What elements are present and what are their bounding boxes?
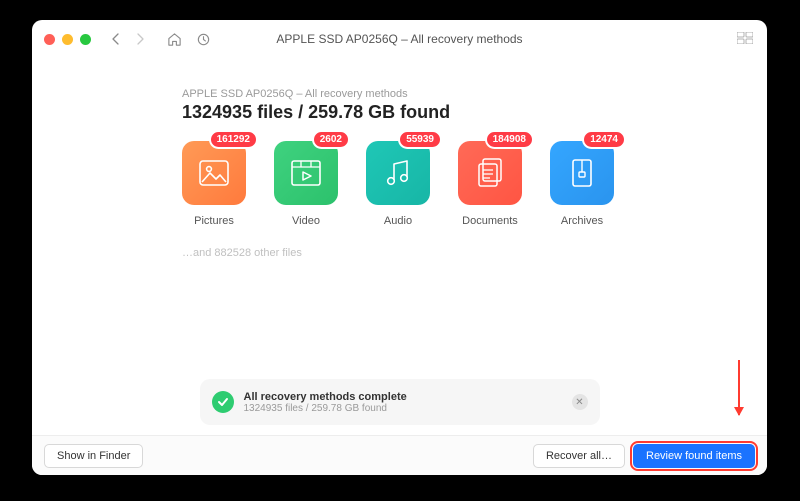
status-text: All recovery methods complete 1324935 fi… — [244, 391, 407, 414]
review-found-items-button[interactable]: Review found items — [633, 444, 755, 468]
tile-video[interactable]: 2602 Video — [274, 141, 338, 227]
status-subtitle: 1324935 files / 259.78 GB found — [244, 403, 407, 414]
document-icon — [458, 141, 522, 205]
tile-label: Audio — [366, 215, 430, 227]
forward-button[interactable] — [133, 32, 147, 46]
video-icon — [274, 141, 338, 205]
titlebar: APPLE SSD AP0256Q – All recovery methods — [32, 20, 767, 58]
tile-label: Documents — [458, 215, 522, 227]
recover-all-button[interactable]: Recover all… — [533, 444, 625, 468]
other-files-note: …and 882528 other files — [182, 247, 747, 259]
view-grid-icon[interactable] — [737, 32, 753, 44]
status-title: All recovery methods complete — [244, 391, 407, 403]
badge-pictures: 161292 — [211, 132, 256, 147]
audio-icon — [366, 141, 430, 205]
close-icon[interactable] — [44, 34, 55, 45]
picture-icon — [182, 141, 246, 205]
checkmark-icon — [212, 391, 234, 413]
tile-audio[interactable]: 55939 Audio — [366, 141, 430, 227]
archive-icon — [550, 141, 614, 205]
tile-pictures[interactable]: 161292 Pictures — [182, 141, 246, 227]
tile-label: Archives — [550, 215, 614, 227]
scan-headline: 1324935 files / 259.78 GB found — [182, 102, 747, 123]
tile-documents[interactable]: 184908 Documents — [458, 141, 522, 227]
badge-audio: 55939 — [400, 132, 440, 147]
content-area: APPLE SSD AP0256Q – All recovery methods… — [32, 58, 767, 435]
dismiss-status-button[interactable]: ✕ — [572, 394, 588, 410]
back-button[interactable] — [109, 32, 123, 46]
status-banner: All recovery methods complete 1324935 fi… — [200, 379, 600, 425]
app-window: APPLE SSD AP0256Q – All recovery methods… — [32, 20, 767, 475]
scan-subtitle: APPLE SSD AP0256Q – All recovery methods — [182, 88, 747, 100]
annotation-arrow-icon — [738, 360, 740, 415]
minimize-icon[interactable] — [62, 34, 73, 45]
home-icon[interactable] — [167, 32, 182, 47]
toolbar-nav — [109, 32, 211, 47]
badge-archives: 12474 — [584, 132, 624, 147]
history-icon[interactable] — [196, 32, 211, 47]
footer-bar: Show in Finder Recover all… Review found… — [32, 435, 767, 475]
maximize-icon[interactable] — [80, 34, 91, 45]
show-in-finder-button[interactable]: Show in Finder — [44, 444, 143, 468]
badge-documents: 184908 — [487, 132, 532, 147]
tile-label: Video — [274, 215, 338, 227]
tile-label: Pictures — [182, 215, 246, 227]
window-controls — [44, 34, 91, 45]
tile-archives[interactable]: 12474 Archives — [550, 141, 614, 227]
category-tiles: 161292 Pictures 2602 Video 55939 Audio — [182, 141, 747, 227]
badge-video: 2602 — [314, 132, 348, 147]
